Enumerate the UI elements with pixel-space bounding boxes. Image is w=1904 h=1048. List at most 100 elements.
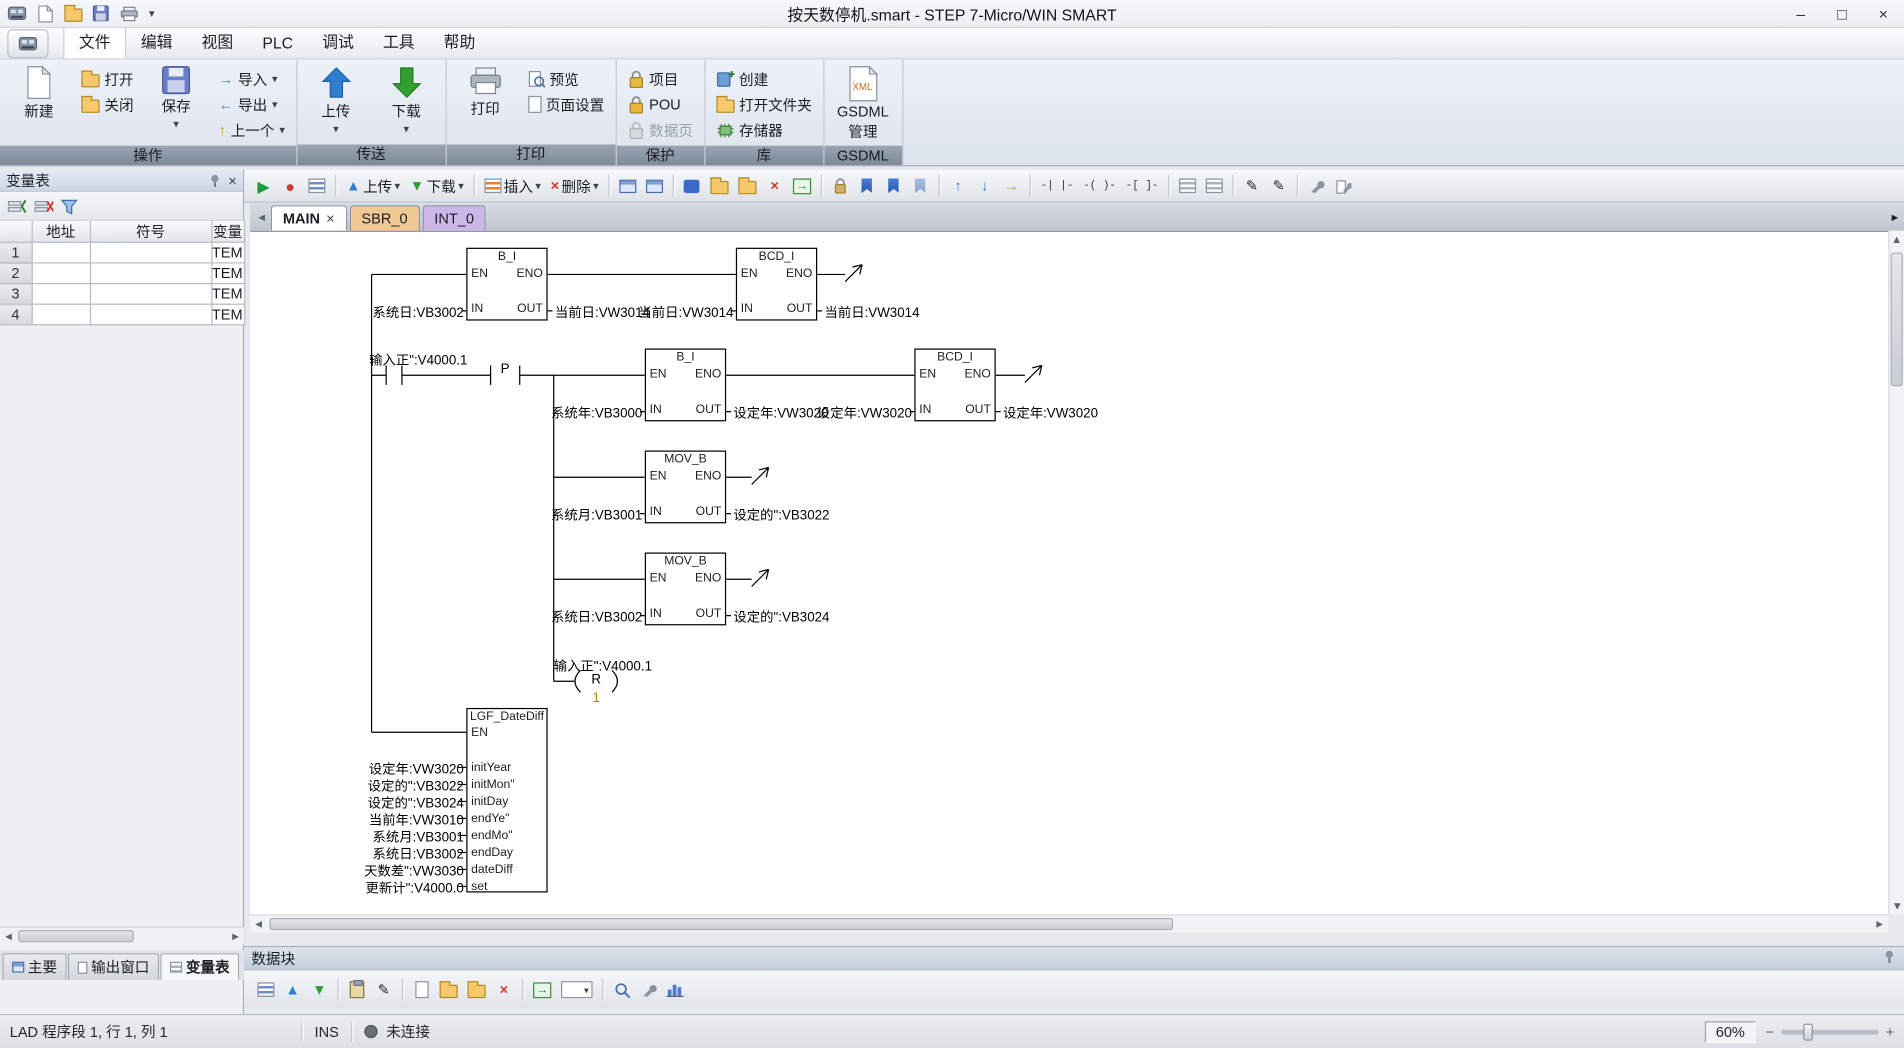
db-paste-button[interactable] — [345, 978, 369, 1002]
address-cell[interactable] — [32, 284, 90, 305]
symbol-cell[interactable] — [90, 304, 211, 325]
save-dropdown-icon[interactable]: ▾ — [173, 118, 179, 131]
close-project-button[interactable]: 关闭 — [77, 92, 139, 116]
save-as-button[interactable] — [735, 174, 761, 198]
db-new-page-button[interactable] — [409, 978, 433, 1002]
panel-close-icon[interactable]: × — [228, 172, 237, 189]
ladder-block-mov-b-month[interactable]: MOV_B EN ENO IN OUT — [645, 451, 726, 524]
ladder-block-lgf-datediff[interactable]: LGF_DateDiff EN initYear initMon" initDa… — [466, 708, 547, 893]
operand-label[interactable]: 系统日:VB3002 — [318, 302, 464, 321]
contact-operand-label[interactable]: 输入正":V4000.1 — [369, 350, 467, 369]
ladder-block-bcd-i-year[interactable]: BCD_I EN ENO IN OUT — [914, 349, 995, 422]
coil-tool-button[interactable]: -( )- — [1080, 174, 1120, 198]
lock-button[interactable] — [828, 174, 852, 198]
type-cell[interactable]: TEM — [211, 242, 244, 263]
scrollbar-thumb[interactable] — [270, 918, 1173, 930]
zoom-slider[interactable] — [1781, 1029, 1878, 1034]
column-header-var[interactable]: 变量 — [211, 221, 244, 242]
db-goto-button[interactable]: → — [529, 978, 555, 1002]
menu-tab-view[interactable]: 视图 — [187, 24, 248, 58]
export-button[interactable]: ←导出▾ — [214, 92, 290, 116]
editor-vscrollbar[interactable]: ▲ ▼ — [1888, 231, 1904, 915]
tab-variable-table[interactable]: 变量表 — [160, 953, 239, 980]
save-icon[interactable] — [90, 2, 112, 24]
edit-symbols-button[interactable]: ✎ — [1240, 174, 1264, 198]
goto-target-button[interactable]: → — [789, 174, 815, 198]
tab-main-tree[interactable]: 主要 — [2, 953, 66, 980]
open-folder-button[interactable] — [707, 174, 733, 198]
view-addressing-button[interactable] — [1175, 174, 1199, 198]
compare-blocks-button[interactable] — [642, 174, 666, 198]
compare-project-button[interactable] — [616, 174, 640, 198]
bookmark-clear-button[interactable] — [908, 174, 932, 198]
symbol-cell[interactable] — [90, 284, 211, 305]
delete-row-icon[interactable] — [34, 197, 53, 214]
db-download-button[interactable]: ▼ — [307, 978, 331, 1002]
qat-customize-icon[interactable]: ▾ — [146, 2, 158, 24]
close-button[interactable]: × — [1863, 0, 1904, 27]
operand-label[interactable]: 当前日:VW3014 — [588, 302, 734, 321]
open-button[interactable]: 打开 — [77, 67, 139, 91]
preview-button[interactable]: 预览 — [523, 67, 609, 91]
operand-label[interactable]: 系统日:VB3002 — [497, 607, 643, 626]
import-button[interactable]: →导入▾ — [214, 67, 290, 91]
upload-button[interactable]: 上传 ▾ — [303, 63, 369, 141]
library-memory-button[interactable]: 存储器 — [711, 118, 817, 142]
column-header-symbol[interactable]: 符号 — [90, 221, 211, 242]
save-button[interactable]: 保存 ▾ — [143, 63, 209, 142]
upload-dropdown-icon[interactable]: ▾ — [333, 123, 339, 136]
db-save-folder-button[interactable] — [464, 978, 490, 1002]
menu-tab-help[interactable]: 帮助 — [429, 24, 490, 58]
open-file-icon[interactable] — [62, 2, 84, 24]
table-row[interactable]: 1 TEM — [0, 242, 244, 263]
tab-scroll-right-icon[interactable]: ► — [1886, 211, 1904, 223]
minimize-button[interactable]: – — [1780, 0, 1821, 27]
zoom-value[interactable]: 60% — [1705, 1021, 1756, 1043]
bookmark-next-button[interactable] — [882, 174, 906, 198]
operand-label[interactable]: 系统年:VB3000 — [497, 403, 643, 422]
tab-scroll-left-icon[interactable]: ◄ — [253, 211, 271, 223]
db-find-button[interactable] — [610, 978, 634, 1002]
print-button[interactable]: 打印 — [452, 63, 518, 141]
operand-label[interactable]: 设定年:VW3020 — [1003, 403, 1098, 422]
goto-up-button[interactable]: ↑ — [946, 174, 970, 198]
type-cell[interactable]: TEM — [211, 304, 244, 325]
protect-pou-button[interactable]: POU — [622, 92, 697, 116]
insert-row-icon[interactable] — [7, 197, 26, 214]
db-chart-button[interactable] — [663, 978, 687, 1002]
library-create-button[interactable]: 创建 — [711, 67, 817, 91]
operand-label[interactable]: 设定的":VB3022 — [733, 505, 829, 524]
editor-hscrollbar[interactable]: ◄ ► — [250, 914, 1888, 932]
scroll-up-icon[interactable]: ▲ — [1889, 231, 1904, 248]
table-row[interactable]: 4 TEM — [0, 304, 244, 325]
print-icon[interactable] — [118, 2, 140, 24]
library-open-folder-button[interactable]: 打开文件夹 — [711, 92, 817, 116]
delete-button[interactable]: ×删除▾ — [547, 174, 602, 198]
protect-project-button[interactable]: 项目 — [622, 67, 697, 91]
menu-tab-debug[interactable]: 调试 — [308, 24, 369, 58]
ladder-block-b-i-year[interactable]: B_I EN ENO IN OUT — [645, 349, 726, 422]
symbol-cell[interactable] — [90, 263, 211, 284]
ladder-block-mov-b-day[interactable]: MOV_B EN ENO IN OUT — [645, 553, 726, 626]
upload-toolbar-button[interactable]: ▲上传▾ — [342, 174, 403, 198]
sort-icon[interactable] — [61, 197, 78, 214]
tab-output-window[interactable]: 输出窗口 — [68, 953, 159, 980]
db-upload-button[interactable]: ▲ — [281, 978, 305, 1002]
variable-panel-hscrollbar[interactable]: ◄ ► — [0, 927, 244, 945]
column-header-address[interactable]: 地址 — [32, 221, 90, 242]
table-row[interactable]: 3 TEM — [0, 284, 244, 305]
pin-icon[interactable] — [209, 174, 222, 187]
scroll-right-icon[interactable]: ► — [227, 930, 244, 942]
db-delete-button[interactable]: × — [492, 978, 516, 1002]
stop-button[interactable]: ● — [278, 174, 302, 198]
previous-button[interactable]: ↑上一个▾ — [214, 118, 290, 142]
type-cell[interactable]: TEM — [211, 263, 244, 284]
datablock-panel-header[interactable]: 数据块 — [244, 946, 1904, 970]
goto-down-button[interactable]: ↓ — [973, 174, 997, 198]
symbol-cell[interactable] — [90, 242, 211, 263]
menu-tab-edit[interactable]: 编辑 — [126, 24, 187, 58]
db-edit-button[interactable]: ✎ — [372, 978, 396, 1002]
run-button[interactable]: ▶ — [251, 174, 275, 198]
table-row[interactable]: 2 TEM — [0, 263, 244, 284]
tab-main-pou[interactable]: MAIN× — [271, 205, 347, 231]
